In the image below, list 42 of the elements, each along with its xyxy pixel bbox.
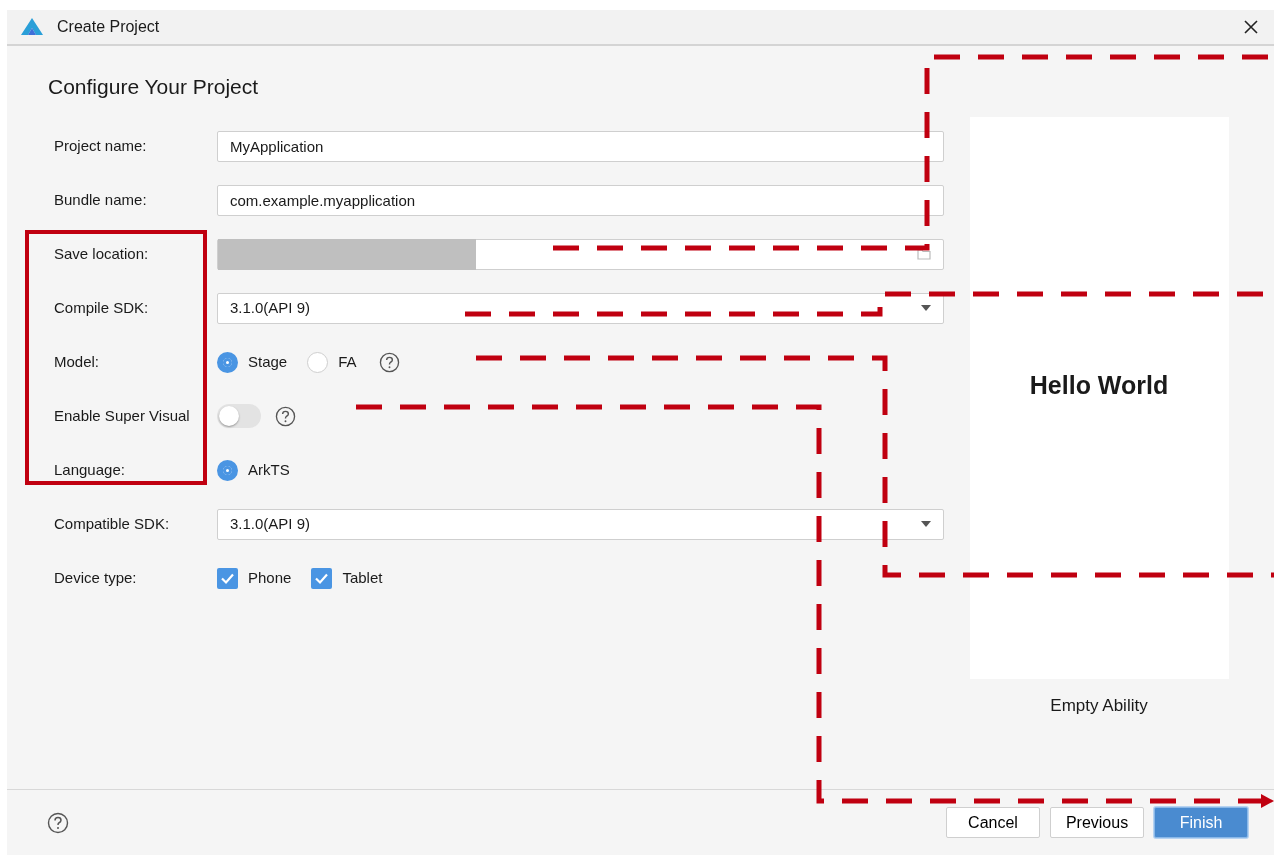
caret-icon [921, 521, 931, 527]
radio-button[interactable] [217, 459, 238, 481]
field-label: Model: [54, 351, 101, 372]
template-caption: Empty Ability [1050, 695, 1148, 717]
field-label: Device type: [54, 567, 138, 588]
dropdown[interactable]: 3.1.0(API 9) [217, 508, 944, 540]
dialog-button[interactable]: Cancel [946, 807, 1040, 838]
option-label: Stage [248, 351, 288, 372]
preview-text: Hello World [1029, 370, 1169, 402]
field-label: Compile SDK: [54, 297, 150, 318]
option-label: Phone [248, 567, 292, 588]
dropdown-value: 3.1.0(API 9) [230, 513, 311, 534]
field-label: Bundle name: [54, 189, 148, 210]
help-icon[interactable] [275, 405, 296, 427]
text-field[interactable]: MyApplication [217, 130, 944, 162]
page-heading: Configure Your Project [48, 74, 260, 100]
close-icon[interactable] [1244, 20, 1258, 34]
dialog-button[interactable]: Finish [1154, 807, 1248, 838]
checkbox[interactable] [311, 567, 333, 589]
dropdown-value: 3.1.0(API 9) [230, 297, 311, 318]
caret-icon [921, 305, 931, 311]
field-label: Project name: [54, 135, 148, 156]
radio-button[interactable] [217, 351, 238, 373]
field-label: Language: [54, 459, 126, 480]
text-field[interactable]: com.example.myapplication [217, 184, 944, 216]
option-label: Tablet [342, 567, 383, 588]
field-label: Save location: [54, 243, 150, 264]
dialog-button[interactable]: Previous [1050, 807, 1144, 838]
option-label: ArkTS [248, 459, 290, 480]
dropdown[interactable]: 3.1.0(API 9) [217, 292, 944, 324]
app-logo-icon [21, 18, 43, 36]
path-field[interactable] [217, 238, 944, 270]
folder-icon[interactable] [917, 248, 931, 260]
help-icon[interactable] [47, 811, 69, 834]
help-icon[interactable] [378, 351, 400, 373]
checkbox[interactable] [217, 567, 238, 589]
radio-button[interactable] [307, 351, 329, 373]
toggle-switch[interactable] [217, 404, 261, 428]
field-label: Compatible SDK: [54, 513, 171, 534]
field-label: Enable Super Visual [54, 405, 191, 426]
window-title: Create Project [57, 17, 160, 37]
option-label: FA [338, 351, 357, 372]
